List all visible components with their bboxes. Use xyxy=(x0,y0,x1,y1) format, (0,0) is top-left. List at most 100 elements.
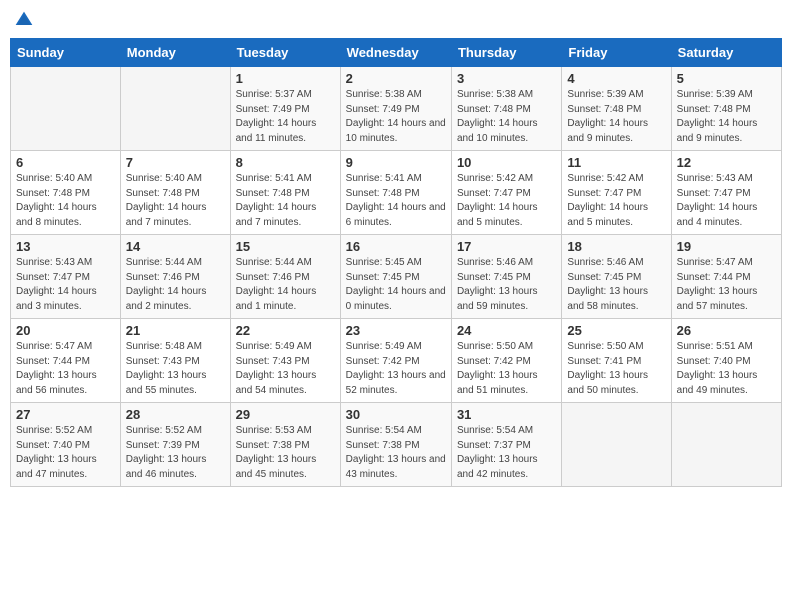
calendar-day-cell: 13Sunrise: 5:43 AM Sunset: 7:47 PM Dayli… xyxy=(11,235,121,319)
day-number: 14 xyxy=(126,239,225,254)
calendar-week-row: 20Sunrise: 5:47 AM Sunset: 7:44 PM Dayli… xyxy=(11,319,782,403)
day-number: 30 xyxy=(346,407,446,422)
day-info: Sunrise: 5:44 AM Sunset: 7:46 PM Dayligh… xyxy=(126,256,225,314)
calendar-day-cell: 23 Sunrise: 5:49 AM Sunset: 7:42 PM Dayli… xyxy=(340,319,451,403)
day-info: Sunrise: 5:47 AM Sunset: 7:44 PM Dayligh… xyxy=(16,340,115,398)
weekday-header-cell: Thursday xyxy=(451,39,561,67)
weekday-header-cell: Saturday xyxy=(671,39,781,67)
calendar-day-cell: 8 Sunrise: 5:41 AM Sunset: 7:48 PM Daylig… xyxy=(230,151,340,235)
day-number: 29 xyxy=(236,407,335,422)
day-info: Sunrise: 5:41 AM Sunset: 7:48 PM Dayligh… xyxy=(346,172,446,230)
calendar-day-cell: 16 Sunrise: 5:45 AM Sunset: 7:45 PM Dayli… xyxy=(340,235,451,319)
day-number: 12 xyxy=(677,155,776,170)
day-number: 11 xyxy=(567,155,665,170)
day-number: 22 xyxy=(236,323,335,338)
calendar-day-cell: 20Sunrise: 5:47 AM Sunset: 7:44 PM Dayli… xyxy=(11,319,121,403)
day-number: 31 xyxy=(457,407,556,422)
weekday-header-cell: Tuesday xyxy=(230,39,340,67)
day-number: 19 xyxy=(677,239,776,254)
logo xyxy=(14,10,38,30)
day-info: Sunrise: 5:44 AM Sunset: 7:46 PM Dayligh… xyxy=(236,256,335,314)
calendar-week-row: 13Sunrise: 5:43 AM Sunset: 7:47 PM Dayli… xyxy=(11,235,782,319)
day-info: Sunrise: 5:38 AM Sunset: 7:48 PM Dayligh… xyxy=(457,88,556,146)
day-number: 2 xyxy=(346,71,446,86)
day-number: 21 xyxy=(126,323,225,338)
calendar-week-row: 1Sunrise: 5:37 AM Sunset: 7:49 PM Daylig… xyxy=(11,67,782,151)
calendar-day-cell: 10 Sunrise: 5:42 AM Sunset: 7:47 PM Dayli… xyxy=(451,151,561,235)
calendar-day-cell xyxy=(11,67,121,151)
day-info: Sunrise: 5:49 AM Sunset: 7:42 PM Dayligh… xyxy=(346,340,446,398)
day-info: Sunrise: 5:39 AM Sunset: 7:48 PM Dayligh… xyxy=(677,88,776,146)
calendar-day-cell: 27 Sunrise: 5:52 AM Sunset: 7:40 PM Dayli… xyxy=(11,403,121,487)
calendar-day-cell: 22 Sunrise: 5:49 AM Sunset: 7:43 PM Dayli… xyxy=(230,319,340,403)
calendar-week-row: 6Sunrise: 5:40 AM Sunset: 7:48 PM Daylig… xyxy=(11,151,782,235)
day-number: 5 xyxy=(677,71,776,86)
day-number: 18 xyxy=(567,239,665,254)
calendar-day-cell: 12 Sunrise: 5:43 AM Sunset: 7:47 PM Dayli… xyxy=(671,151,781,235)
calendar-table: SundayMondayTuesdayWednesdayThursdayFrid… xyxy=(10,38,782,487)
day-info: Sunrise: 5:45 AM Sunset: 7:45 PM Dayligh… xyxy=(346,256,446,314)
day-info: Sunrise: 5:48 AM Sunset: 7:43 PM Dayligh… xyxy=(126,340,225,398)
calendar-day-cell: 14 Sunrise: 5:44 AM Sunset: 7:46 PM Dayli… xyxy=(120,235,230,319)
day-number: 10 xyxy=(457,155,556,170)
day-info: Sunrise: 5:49 AM Sunset: 7:43 PM Dayligh… xyxy=(236,340,335,398)
day-number: 23 xyxy=(346,323,446,338)
day-number: 7 xyxy=(126,155,225,170)
day-number: 25 xyxy=(567,323,665,338)
weekday-header-cell: Wednesday xyxy=(340,39,451,67)
calendar-day-cell: 9 Sunrise: 5:41 AM Sunset: 7:48 PM Daylig… xyxy=(340,151,451,235)
calendar-day-cell: 1Sunrise: 5:37 AM Sunset: 7:49 PM Daylig… xyxy=(230,67,340,151)
calendar-week-row: 27 Sunrise: 5:52 AM Sunset: 7:40 PM Dayli… xyxy=(11,403,782,487)
calendar-day-cell: 15 Sunrise: 5:44 AM Sunset: 7:46 PM Dayli… xyxy=(230,235,340,319)
day-info: Sunrise: 5:41 AM Sunset: 7:48 PM Dayligh… xyxy=(236,172,335,230)
calendar-day-cell: 26Sunrise: 5:51 AM Sunset: 7:40 PM Dayli… xyxy=(671,319,781,403)
calendar-day-cell xyxy=(562,403,671,487)
logo-icon xyxy=(14,10,34,30)
calendar-day-cell: 24Sunrise: 5:50 AM Sunset: 7:42 PM Dayli… xyxy=(451,319,561,403)
calendar-day-cell: 11Sunrise: 5:42 AM Sunset: 7:47 PM Dayli… xyxy=(562,151,671,235)
calendar-day-cell: 17 Sunrise: 5:46 AM Sunset: 7:45 PM Dayli… xyxy=(451,235,561,319)
day-info: Sunrise: 5:54 AM Sunset: 7:37 PM Dayligh… xyxy=(457,424,556,482)
day-info: Sunrise: 5:40 AM Sunset: 7:48 PM Dayligh… xyxy=(126,172,225,230)
day-info: Sunrise: 5:43 AM Sunset: 7:47 PM Dayligh… xyxy=(16,256,115,314)
day-info: Sunrise: 5:46 AM Sunset: 7:45 PM Dayligh… xyxy=(567,256,665,314)
calendar-day-cell: 30 Sunrise: 5:54 AM Sunset: 7:38 PM Dayli… xyxy=(340,403,451,487)
day-info: Sunrise: 5:50 AM Sunset: 7:41 PM Dayligh… xyxy=(567,340,665,398)
calendar-day-cell: 29 Sunrise: 5:53 AM Sunset: 7:38 PM Dayli… xyxy=(230,403,340,487)
day-info: Sunrise: 5:50 AM Sunset: 7:42 PM Dayligh… xyxy=(457,340,556,398)
day-number: 9 xyxy=(346,155,446,170)
day-info: Sunrise: 5:42 AM Sunset: 7:47 PM Dayligh… xyxy=(457,172,556,230)
calendar-day-cell: 19 Sunrise: 5:47 AM Sunset: 7:44 PM Dayli… xyxy=(671,235,781,319)
calendar-day-cell: 21 Sunrise: 5:48 AM Sunset: 7:43 PM Dayli… xyxy=(120,319,230,403)
day-info: Sunrise: 5:53 AM Sunset: 7:38 PM Dayligh… xyxy=(236,424,335,482)
day-number: 15 xyxy=(236,239,335,254)
weekday-header-cell: Sunday xyxy=(11,39,121,67)
day-info: Sunrise: 5:39 AM Sunset: 7:48 PM Dayligh… xyxy=(567,88,665,146)
calendar-day-cell: 2 Sunrise: 5:38 AM Sunset: 7:49 PM Daylig… xyxy=(340,67,451,151)
day-info: Sunrise: 5:52 AM Sunset: 7:40 PM Dayligh… xyxy=(16,424,115,482)
day-number: 17 xyxy=(457,239,556,254)
day-info: Sunrise: 5:37 AM Sunset: 7:49 PM Dayligh… xyxy=(236,88,335,146)
calendar-day-cell: 4 Sunrise: 5:39 AM Sunset: 7:48 PM Daylig… xyxy=(562,67,671,151)
day-number: 3 xyxy=(457,71,556,86)
day-info: Sunrise: 5:54 AM Sunset: 7:38 PM Dayligh… xyxy=(346,424,446,482)
day-info: Sunrise: 5:47 AM Sunset: 7:44 PM Dayligh… xyxy=(677,256,776,314)
calendar-day-cell: 28 Sunrise: 5:52 AM Sunset: 7:39 PM Dayli… xyxy=(120,403,230,487)
weekday-header-cell: Monday xyxy=(120,39,230,67)
day-number: 27 xyxy=(16,407,115,422)
day-info: Sunrise: 5:40 AM Sunset: 7:48 PM Dayligh… xyxy=(16,172,115,230)
day-number: 26 xyxy=(677,323,776,338)
day-info: Sunrise: 5:38 AM Sunset: 7:49 PM Dayligh… xyxy=(346,88,446,146)
weekday-header-cell: Friday xyxy=(562,39,671,67)
day-number: 16 xyxy=(346,239,446,254)
day-number: 28 xyxy=(126,407,225,422)
calendar-day-cell xyxy=(671,403,781,487)
day-info: Sunrise: 5:43 AM Sunset: 7:47 PM Dayligh… xyxy=(677,172,776,230)
calendar-day-cell: 3 Sunrise: 5:38 AM Sunset: 7:48 PM Daylig… xyxy=(451,67,561,151)
day-info: Sunrise: 5:52 AM Sunset: 7:39 PM Dayligh… xyxy=(126,424,225,482)
day-number: 4 xyxy=(567,71,665,86)
calendar-body: 1Sunrise: 5:37 AM Sunset: 7:49 PM Daylig… xyxy=(11,67,782,487)
calendar-header-row: SundayMondayTuesdayWednesdayThursdayFrid… xyxy=(11,39,782,67)
day-number: 8 xyxy=(236,155,335,170)
day-info: Sunrise: 5:46 AM Sunset: 7:45 PM Dayligh… xyxy=(457,256,556,314)
